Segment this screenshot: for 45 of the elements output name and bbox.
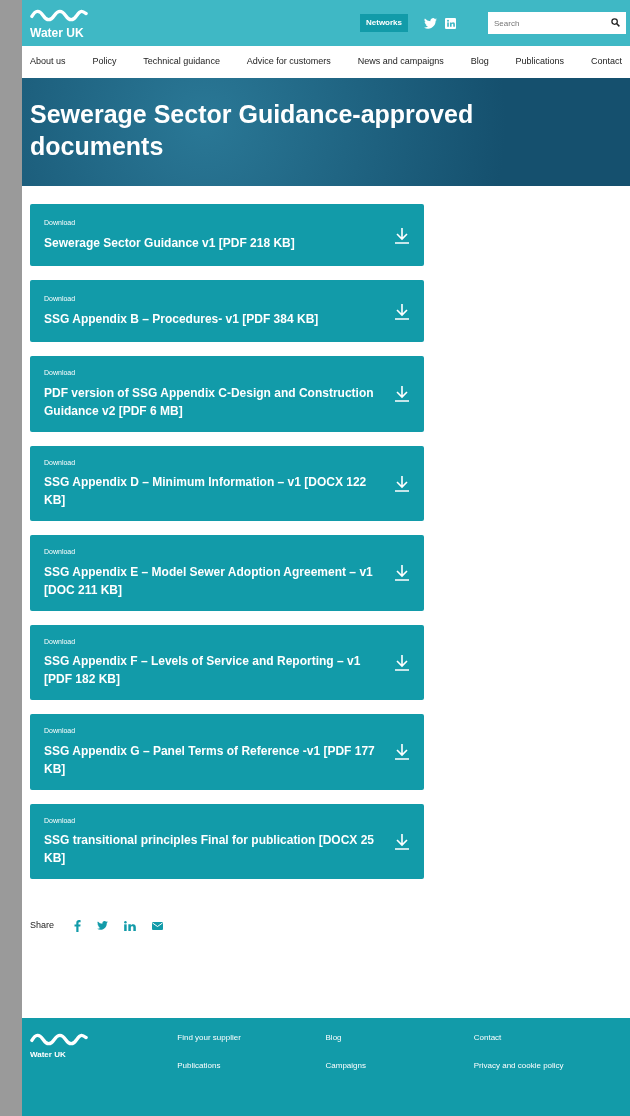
- logo-text[interactable]: Water UK: [30, 1051, 178, 1059]
- footer-link[interactable]: Privacy and cookie policy: [473, 1060, 622, 1072]
- document-title: SSG Appendix G – Panel Terms of Reference -v1 [PDF 177 KB]: [44, 742, 376, 778]
- linkedin-icon[interactable]: [445, 17, 456, 29]
- document-title: Sewerage Sector Guidance v1 [PDF 218 KB]: [44, 234, 296, 252]
- footer-link[interactable]: Contact: [473, 1032, 622, 1044]
- document-title: SSG Appendix D – Minimum Information – v1 [DOCX 122 KB]: [44, 474, 368, 509]
- share-label: Share: [30, 919, 55, 932]
- search-icon[interactable]: [611, 18, 620, 27]
- footer-link[interactable]: Blog: [325, 1032, 474, 1044]
- wave-logo-icon[interactable]: [30, 7, 88, 23]
- document-title: PDF version of SSG Appendix C-Design and Construction Guidance v2 [PDF 6 MB]: [44, 384, 375, 420]
- download-icon: [394, 474, 410, 492]
- download-icon: [394, 226, 410, 244]
- twitter-icon[interactable]: [97, 921, 109, 931]
- footer-link[interactable]: Campaigns: [325, 1060, 474, 1072]
- download-icon: [394, 564, 410, 582]
- facebook-icon[interactable]: [74, 919, 82, 932]
- nav-link[interactable]: Contact: [590, 55, 622, 69]
- search-field[interactable]: Search: [488, 12, 626, 34]
- download-icon: [394, 743, 410, 761]
- document-title: SSG Appendix E – Model Sewer Adoption Agreement – v1 [DOC 211 KB]: [44, 563, 374, 599]
- download-icon: [394, 302, 410, 320]
- twitter-icon[interactable]: [424, 17, 437, 29]
- footer-link[interactable]: Find your supplier: [177, 1032, 326, 1044]
- logo-text[interactable]: Water UK: [30, 26, 88, 39]
- document-title: SSG transitional principles Final for publication [DOCX 25 KB]: [44, 832, 376, 867]
- wave-logo-icon[interactable]: [30, 1032, 88, 1047]
- linkedin-icon[interactable]: [124, 920, 137, 931]
- nav-link[interactable]: News and campaigns: [357, 55, 444, 69]
- nav-link[interactable]: Policy: [92, 55, 117, 69]
- footer-link[interactable]: Publications: [177, 1060, 326, 1072]
- networks-button[interactable]: Networks: [360, 14, 408, 32]
- nav-link[interactable]: Advice for customers: [246, 55, 331, 69]
- nav-link[interactable]: Technical guidance: [143, 55, 220, 69]
- download-icon: [394, 385, 410, 403]
- nav-link[interactable]: Blog: [470, 55, 489, 69]
- download-icon: [394, 653, 410, 671]
- document-title: SSG Appendix F – Levels of Service and Reporting – v1 [PDF 182 KB]: [44, 653, 362, 688]
- page-title: Sewerage Sector Guidance-approved documents: [30, 99, 475, 162]
- email-icon[interactable]: [152, 921, 164, 930]
- document-title: SSG Appendix B – Procedures- v1 [PDF 384 KB]: [44, 310, 320, 328]
- nav-link[interactable]: About us: [30, 55, 66, 69]
- nav-link[interactable]: Publications: [515, 55, 565, 69]
- download-icon: [394, 832, 410, 850]
